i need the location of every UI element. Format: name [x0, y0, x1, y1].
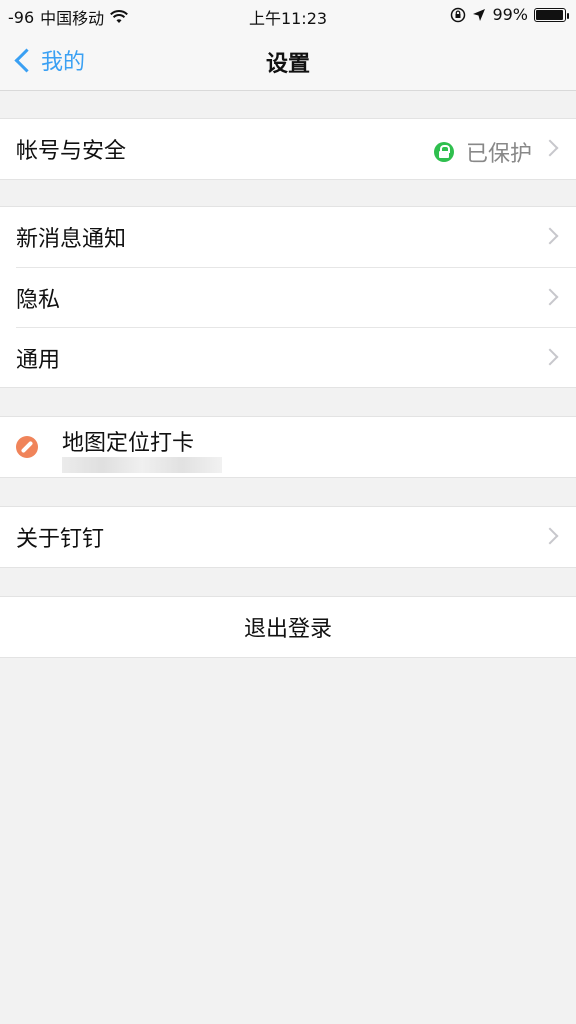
privacy-row[interactable]: 隐私	[16, 267, 576, 327]
map-checkin-label: 地图定位打卡	[62, 431, 195, 456]
about-row[interactable]: 关于钉钉	[0, 507, 576, 567]
status-bar: -96 中国移动 上午11:23 99%	[0, 0, 576, 30]
battery-level	[536, 9, 563, 20]
account-security-row[interactable]: 帐号与安全 已保护	[0, 119, 576, 179]
logout-button[interactable]: 退出登录	[0, 597, 576, 657]
notifications-row[interactable]: 新消息通知	[0, 207, 576, 267]
compass-icon	[16, 436, 38, 458]
location-arrow-icon	[473, 8, 486, 21]
map-checkin-row[interactable]: 地图定位打卡	[0, 417, 576, 477]
map-checkin-group: 地图定位打卡	[0, 416, 576, 478]
account-group: 帐号与安全 已保护	[0, 118, 576, 180]
status-right: 99%	[450, 5, 569, 24]
general-label: 通用	[16, 347, 61, 373]
protection-status: 已保护	[433, 136, 532, 168]
chevron-right-icon	[541, 227, 559, 245]
privacy-label: 隐私	[16, 287, 61, 313]
lock-icon	[433, 142, 454, 162]
chevron-right-icon	[541, 288, 559, 306]
page-title: 设置	[265, 52, 310, 77]
logout-group: 退出登录	[0, 596, 576, 658]
nav-bar: 我的 设置	[0, 30, 576, 91]
logout-label: 退出登录	[243, 617, 332, 642]
battery-percent: 99%	[492, 5, 528, 24]
battery-icon	[534, 7, 569, 22]
redacted-subtitle	[62, 457, 222, 473]
about-group: 关于钉钉	[0, 506, 576, 568]
settings-group: 新消息通知 隐私 通用	[0, 206, 576, 388]
about-label: 关于钉钉	[16, 527, 105, 552]
chevron-right-icon	[541, 527, 559, 545]
protection-status-label: 已保护	[465, 142, 532, 167]
chevron-right-icon	[541, 348, 559, 366]
notifications-label: 新消息通知	[16, 227, 127, 252]
orientation-lock-icon	[451, 7, 466, 22]
account-security-label: 帐号与安全	[16, 139, 127, 164]
chevron-right-icon	[541, 139, 559, 157]
general-row[interactable]: 通用	[16, 327, 576, 387]
